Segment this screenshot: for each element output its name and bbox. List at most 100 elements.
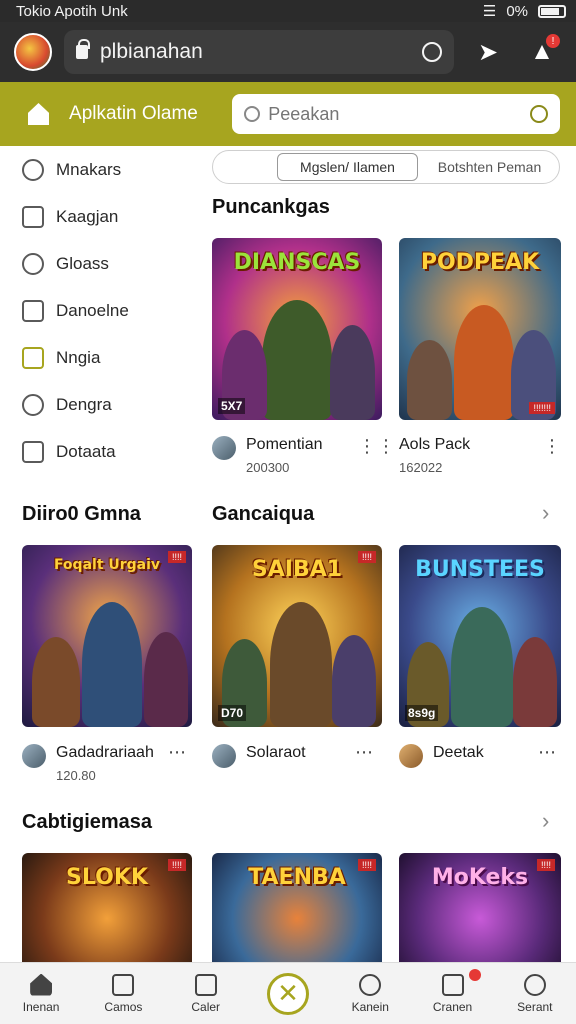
nav-item-serant[interactable]: Serant: [494, 963, 576, 1024]
card-art-title: PODPEAK: [420, 250, 540, 275]
sidebar-item-nngia[interactable]: Nngia: [0, 334, 200, 381]
more-options-icon[interactable]: ⋮⋮: [358, 436, 396, 457]
tag-icon: [22, 440, 44, 463]
share-icon[interactable]: ➤: [468, 32, 508, 72]
battery-percent: 0%: [506, 2, 528, 20]
card-art-title: Foqalt Urgaiv: [53, 557, 161, 573]
nav-item-kanein[interactable]: Kanein: [329, 963, 411, 1024]
card-art-title: SAIBA1: [251, 557, 343, 582]
nav-item-caler[interactable]: Caler: [165, 963, 247, 1024]
profile-icon: [523, 973, 546, 996]
nav-label: Caler: [191, 999, 221, 1014]
game-card-image[interactable]: BUNSTEES 8s9g: [399, 545, 561, 727]
browser-bar: plbianahan ➤ ▲ !: [0, 22, 576, 82]
card-badge: !!!!!!!: [529, 402, 555, 414]
notification-badge: [469, 969, 482, 981]
sidebar-item-label: Gloass: [56, 253, 109, 273]
more-options-icon[interactable]: ⋯: [538, 742, 557, 763]
more-options-icon[interactable]: ⋮: [543, 436, 562, 457]
game-card-image[interactable]: MoKeks !!!!: [399, 853, 561, 962]
card-badge: !!!!: [357, 551, 376, 563]
game-card-image[interactable]: SLOKK !!!!: [22, 853, 192, 962]
close-circle-icon: ✕: [266, 972, 309, 1015]
search-icon: [359, 973, 382, 996]
calendar-icon: [22, 205, 44, 228]
card-meta: Aols Pack 162022: [399, 436, 470, 475]
sidebar-item-dotaata[interactable]: Dotaata: [0, 428, 200, 475]
search-input[interactable]: [268, 103, 530, 125]
url-text: plbianahan: [100, 40, 203, 63]
sidebar-item-label: Mnakars: [56, 159, 122, 179]
segment-toggle: Mgslen/ Ilamen Botshten Peman: [212, 150, 560, 184]
card-art-title: SLOKK: [66, 865, 148, 890]
chevron-right-icon[interactable]: ›: [542, 808, 549, 834]
search-submit-icon[interactable]: [530, 105, 548, 123]
chevron-right-icon[interactable]: ›: [542, 500, 549, 526]
card-name[interactable]: Gadadrariaah: [56, 744, 154, 762]
nav-label: Camos: [104, 999, 143, 1014]
card-art-title: BUNSTEES: [415, 557, 545, 582]
segment-option-mgslen[interactable]: Mgslen/ Ilamen: [277, 153, 418, 181]
avatar: [22, 744, 46, 768]
inbox-icon: [441, 973, 464, 996]
sidebar-item-danoelne[interactable]: Danoelne: [0, 287, 200, 334]
nav-label: Inenan: [22, 999, 60, 1014]
game-card-image[interactable]: TAENBA !!!!: [212, 853, 382, 962]
notification-badge: !: [546, 34, 560, 48]
search-icon[interactable]: [422, 42, 442, 62]
card-name[interactable]: Pomentian: [246, 436, 323, 454]
card-meta: Deetak: [399, 744, 484, 768]
app-header: Aplkatin Olame: [0, 82, 576, 146]
card-art-title: DIANSCAS: [233, 250, 361, 275]
status-bar: Tokio Apotih Unk ☰ 0%: [0, 0, 576, 22]
avatar: [212, 436, 236, 460]
sidebar-item-label: Kaagjan: [56, 206, 119, 226]
battery-icon: [538, 4, 566, 18]
url-bar[interactable]: plbianahan: [64, 30, 454, 74]
section-title-middle-left: Diiro0 Gmna: [22, 503, 141, 525]
sidebar-item-label: Danoelne: [56, 300, 129, 320]
home-icon[interactable]: [28, 103, 50, 125]
card-meta: Solaraot: [212, 744, 306, 768]
card-name[interactable]: Aols Pack: [399, 436, 470, 454]
more-options-icon[interactable]: ⋯: [168, 742, 187, 763]
game-card-image[interactable]: SAIBA1 D70 !!!!: [212, 545, 382, 727]
card-tag: 8s9g: [405, 705, 439, 721]
card-sub: 200300: [246, 460, 290, 475]
sidebar-item-kaagjan[interactable]: Kaagjan: [0, 193, 200, 240]
bottom-nav: Inenan Camos Caler ✕ Kanein Cranen Seran…: [0, 962, 576, 1024]
sidebar-item-dengra[interactable]: Dengra: [0, 381, 200, 428]
nav-item-camos[interactable]: Camos: [82, 963, 164, 1024]
card-badge: !!!!: [536, 859, 555, 871]
sidebar: Mnakars Kaagjan Gloass Danoelne Nngia De…: [0, 146, 200, 475]
nav-label: Kanein: [351, 999, 389, 1014]
sidebar-item-mnakars[interactable]: Mnakars: [0, 146, 200, 193]
game-card-image[interactable]: DIANSCAS 5X7: [212, 238, 382, 420]
card-sub: 162022: [399, 460, 443, 475]
game-card-image[interactable]: Foqalt Urgaiv !!!!: [22, 545, 192, 727]
notification-icon[interactable]: ▲ !: [522, 32, 562, 72]
search-box[interactable]: [232, 94, 560, 134]
nav-label: Serant: [517, 999, 553, 1014]
segment-option-blank[interactable]: [213, 151, 275, 183]
card-name[interactable]: Solaraot: [246, 744, 306, 762]
status-text: Tokio Apotih Unk: [16, 2, 128, 20]
home-icon: [22, 346, 44, 369]
nav-item-inenan[interactable]: Inenan: [0, 963, 82, 1024]
nav-item-cranen[interactable]: Cranen: [411, 963, 493, 1024]
segment-option-botshten[interactable]: Botshten Peman: [420, 151, 559, 183]
app-logo-icon[interactable]: [14, 33, 52, 71]
card-name[interactable]: Deetak: [433, 744, 484, 762]
pin-icon: [22, 393, 44, 416]
home-icon: [30, 973, 53, 996]
wifi-icon: ☰: [482, 3, 497, 20]
nav-label: Cranen: [432, 999, 473, 1014]
section-title-top: Puncankgas: [212, 196, 330, 218]
more-options-icon[interactable]: ⋯: [355, 742, 374, 763]
page-title: Aplkatin Olame: [69, 103, 198, 124]
user-icon: [22, 158, 44, 181]
game-card-image[interactable]: PODPEAK !!!!!!!: [399, 238, 561, 420]
nav-item-center[interactable]: ✕: [247, 963, 329, 1024]
sidebar-item-gloass[interactable]: Gloass: [0, 240, 200, 287]
card-badge: !!!!: [357, 859, 376, 871]
